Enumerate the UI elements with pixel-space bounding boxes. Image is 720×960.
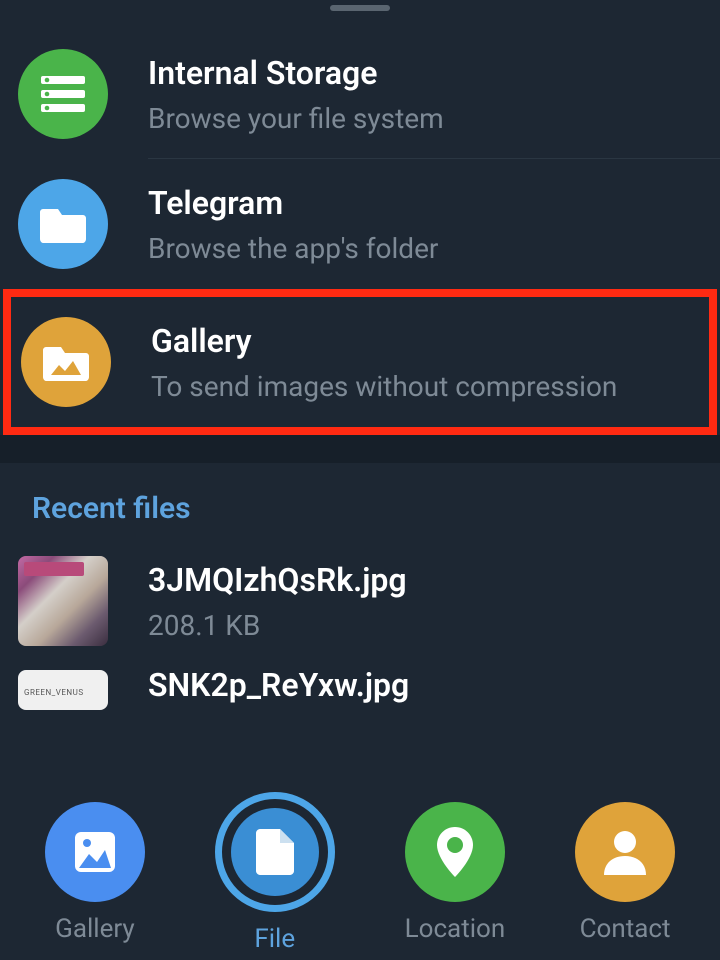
source-subtitle: To send images without compression [151,370,699,403]
tab-label: Gallery [55,914,135,944]
gallery-folder-icon [21,317,111,407]
storage-sources-list: Internal Storage Browse your file system… [0,29,720,435]
source-title: Internal Storage [148,54,702,92]
tab-label: Location [405,914,506,944]
file-text: 3JMQIzhQsRk.jpg 208.1 KB [148,561,702,642]
file-thumbnail [18,556,108,646]
tab-circle-selected [215,792,335,912]
drag-handle[interactable] [330,5,390,11]
file-icon [231,808,319,896]
tab-gallery[interactable]: Gallery [45,802,145,944]
source-item-telegram[interactable]: Telegram Browse the app's folder [0,159,720,289]
source-title: Gallery [151,322,699,360]
source-title: Telegram [148,184,702,222]
tab-label: File [254,924,295,954]
recent-files-header: Recent files [0,463,720,546]
file-size: 208.1 KB [148,609,702,642]
recent-file-item[interactable]: 3JMQIzhQsRk.jpg 208.1 KB [0,546,720,656]
recent-file-item[interactable]: SNK2p_ReYxw.jpg [0,656,720,714]
image-icon [45,802,145,902]
tab-file[interactable]: File [215,792,335,954]
attachment-type-tabs: Gallery File Location [0,790,720,960]
source-subtitle: Browse your file system [148,102,702,135]
storage-icon [18,49,108,139]
source-subtitle: Browse the app's folder [148,232,702,265]
file-name: 3JMQIzhQsRk.jpg [148,561,702,599]
tab-contact[interactable]: Contact [575,802,675,944]
location-pin-icon [405,802,505,902]
source-item-text: Telegram Browse the app's folder [148,184,702,265]
tab-location[interactable]: Location [405,802,506,944]
source-item-text: Gallery To send images without compressi… [151,322,699,403]
file-text: SNK2p_ReYxw.jpg [148,666,702,714]
tab-label: Contact [580,914,671,944]
source-item-gallery[interactable]: Gallery To send images without compressi… [3,289,717,435]
person-icon [575,802,675,902]
folder-icon [18,179,108,269]
file-name: SNK2p_ReYxw.jpg [148,666,702,704]
source-item-text: Internal Storage Browse your file system [148,54,702,135]
section-divider [0,435,720,463]
source-item-internal-storage[interactable]: Internal Storage Browse your file system [0,29,720,159]
file-thumbnail [18,670,108,710]
